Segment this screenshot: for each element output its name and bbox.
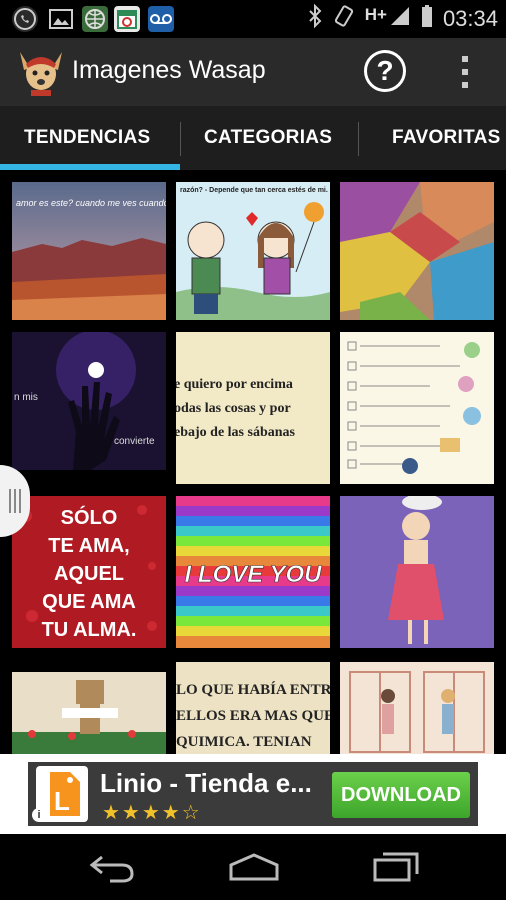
thumb-caption-line: QUIMICA. TENIAN [176,734,312,750]
app-title: Imagenes Wasap [72,56,266,84]
handle-line [9,489,11,513]
thumb-caption-line: SÓLO [61,505,118,529]
bluetooth-icon [307,3,323,34]
grid-image-red-quote[interactable]: SÓLO TE AMA, AQUEL QUE AMA TU ALMA. [12,496,166,648]
back-button[interactable] [84,846,140,888]
globe-icon [82,6,108,32]
thumb-caption-line: TU ALMA. [42,619,137,641]
tab-tendencias[interactable]: TENDENCIAS [24,106,151,170]
action-bar: Imagenes Wasap ? [0,38,506,106]
grid-image-box-character[interactable] [12,672,166,754]
recents-button[interactable] [368,846,424,888]
thumb-caption: n mis [14,392,38,403]
ad-rating: ★★★★☆ [102,802,202,824]
grid-image-checklist[interactable] [340,332,494,484]
ad-title: Linio - Tienda e... [100,768,312,798]
system-status: H+ 03:34 [307,3,498,34]
thumb-caption-line: e quiero por encima [176,377,293,392]
thumb-caption-line: ebajo de las sábanas [176,425,296,440]
network-type: H+ [364,5,387,24]
home-button[interactable] [226,846,282,888]
thumb-caption-line: ELLOS ERA MAS QUE [176,708,330,724]
grid-image-couple-cartoon[interactable]: razón? - Depende que tan cerca estés de … [176,182,330,320]
thumb-caption: amor es este? cuando me ves cuando me al… [16,198,166,208]
recents-icon [373,852,419,882]
overflow-menu-button[interactable] [452,52,478,92]
grid-image-quimica-quote[interactable]: LO QUE HABÍA ENTRE ELLOS ERA MAS QUE QUI… [176,662,330,754]
handle-line [19,489,21,513]
calendar-icon [114,6,140,32]
whatsapp-icon [12,6,38,32]
thumb-caption-line: QUE AMA [42,591,136,613]
rotation-icon [333,4,355,34]
tab-bar: TENDENCIAS CATEGORIAS FAVORITAS [0,106,506,170]
grid-image-desert-quote[interactable]: amor es este? cuando me ves cuando me al… [12,182,166,320]
thumb-caption-line: LO QUE HABÍA ENTRE [176,681,330,698]
navigation-bar [0,834,506,900]
thumb-caption-line: odas las cosas y por [176,401,291,416]
thumb-caption-line: AQUEL [54,563,124,585]
overflow-dot [462,82,468,88]
back-icon [89,855,134,883]
tab-divider [180,122,181,156]
battery-icon [421,4,433,34]
home-icon [229,853,279,881]
grid-image-space-hand[interactable]: n mis convierte [12,332,166,470]
overflow-dot [462,56,468,62]
clock: 03:34 [442,6,498,31]
grid-image-girl-purple[interactable] [340,496,494,648]
thumb-caption: convierte [114,436,155,447]
grid-image-couple-window[interactable] [340,662,494,754]
tab-categorias[interactable]: CATEGORIAS [204,106,332,170]
help-button[interactable]: ? [364,50,406,92]
grid-image-i-love-you[interactable]: I LOVE YOU [176,496,330,648]
grid-image-text-quote[interactable]: e quiero por encima odas las cosas y por… [176,332,330,484]
thumb-caption: I LOVE YOU [185,561,323,588]
voicemail-icon [148,6,174,32]
thumb-caption-line: TE AMA, [48,535,129,557]
handle-line [14,489,16,513]
ad-banner[interactable]: L Linio - Tienda e... ★★★★☆ DOWNLOAD i [0,754,506,834]
ad-logo-letter: L [54,786,70,816]
tab-favoritas[interactable]: FAVORITAS [392,106,501,170]
signal-icon [389,5,411,33]
image-icon [48,6,74,32]
overflow-dot [462,69,468,75]
grid-image-colorful-art[interactable] [340,182,494,320]
tab-divider [358,122,359,156]
image-grid: amor es este? cuando me ves cuando me al… [0,170,506,754]
question-icon: ? [376,55,394,86]
thumb-caption: razón? - Depende que tan cerca estés de … [180,187,328,194]
ad-download-button[interactable]: DOWNLOAD [332,772,470,818]
status-bar: H+ 03:34 [0,0,506,38]
ad-info-icon[interactable]: i [32,808,46,822]
ad-content[interactable]: L Linio - Tienda e... ★★★★☆ DOWNLOAD i [28,762,478,826]
app-logo-icon[interactable] [16,46,66,98]
